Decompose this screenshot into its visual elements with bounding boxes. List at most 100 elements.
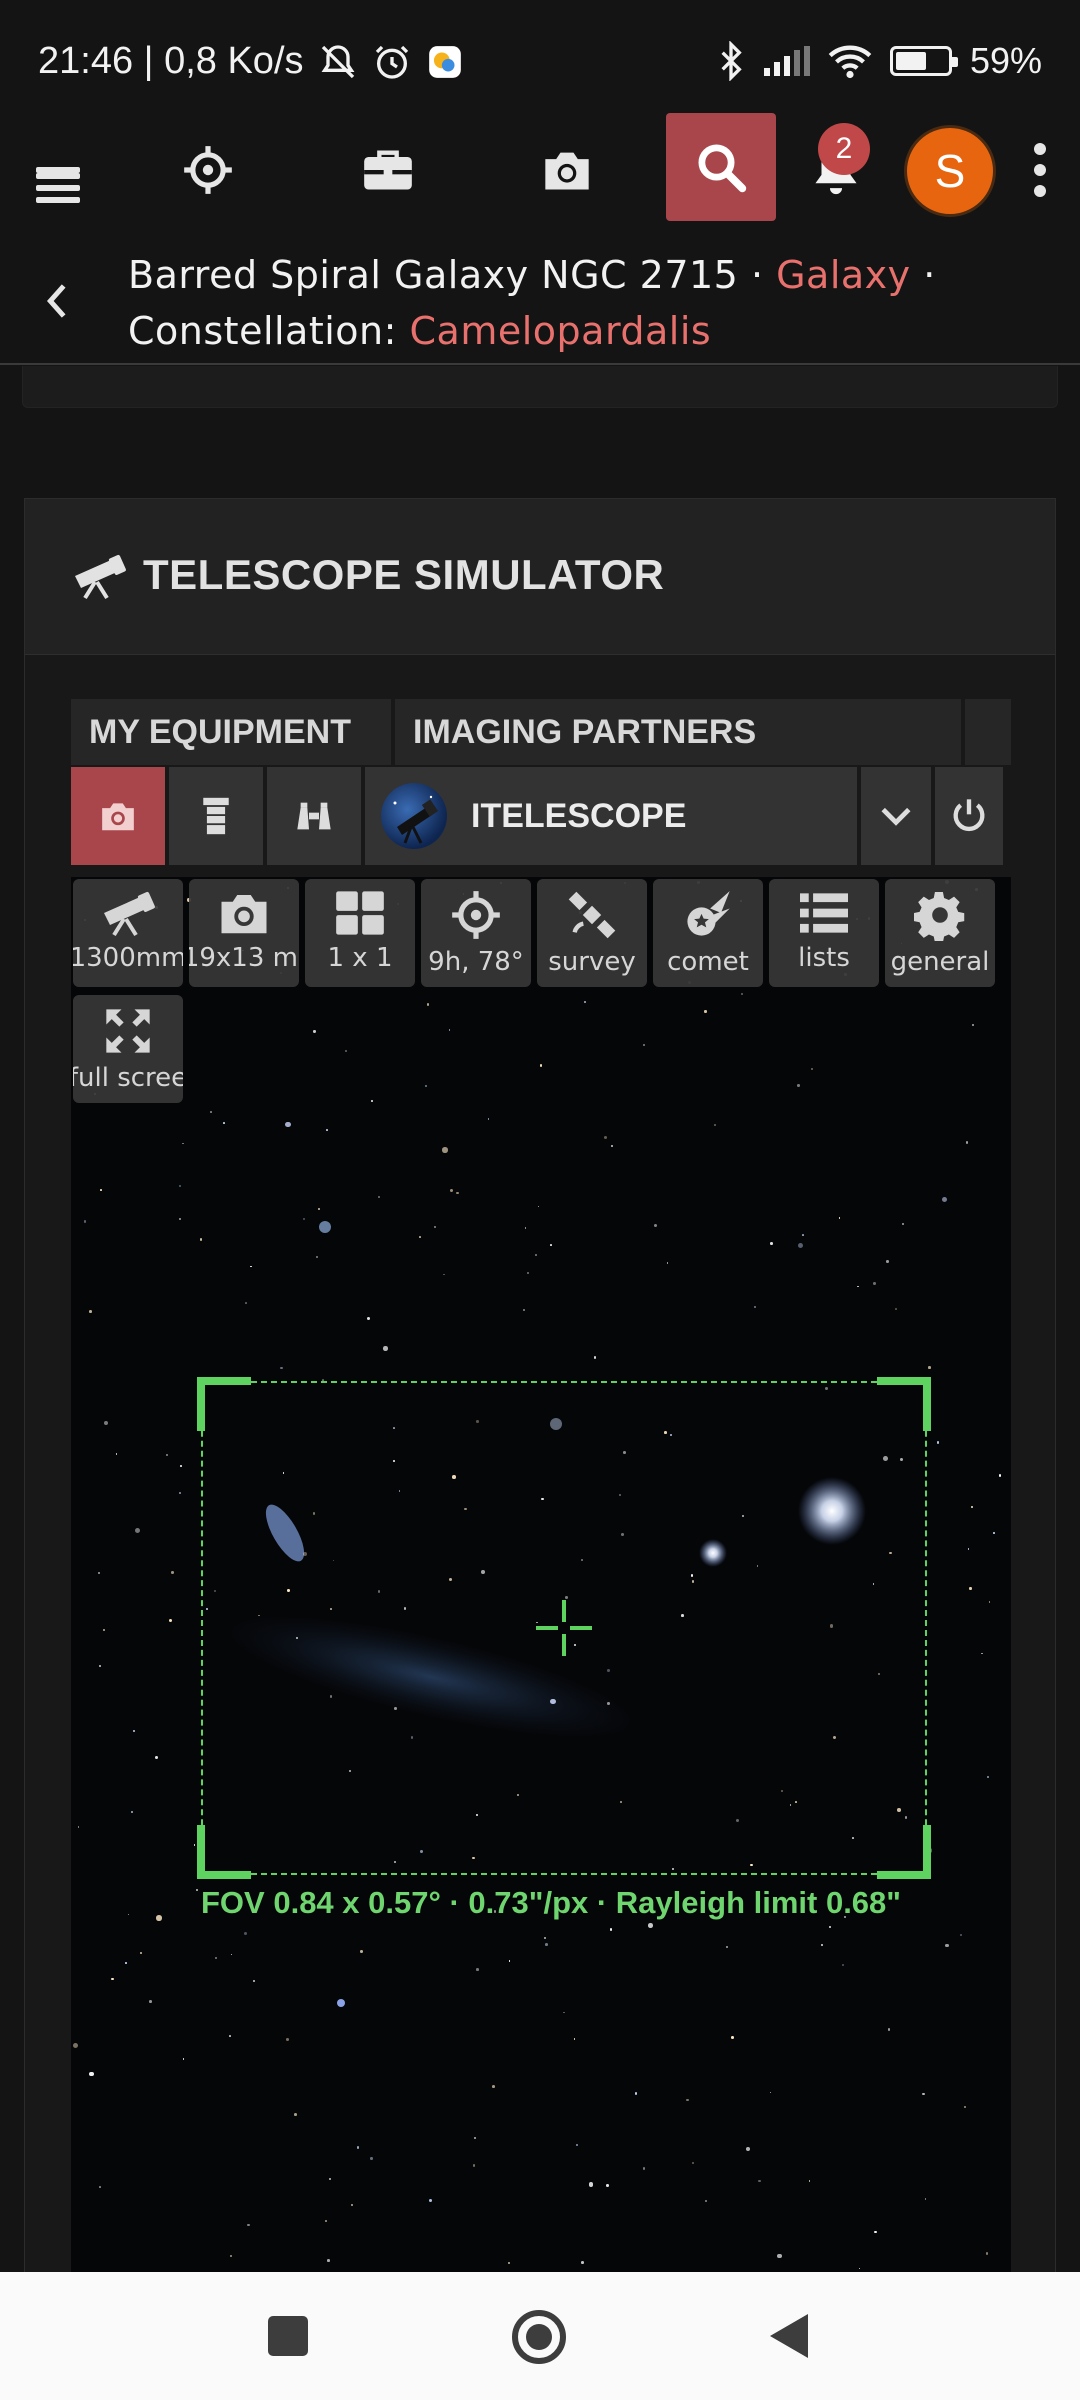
star — [456, 1191, 459, 1195]
star — [326, 1129, 328, 1131]
more-options-icon[interactable] — [1030, 143, 1050, 206]
camera-icon — [545, 152, 589, 190]
star — [886, 1260, 889, 1263]
star — [838, 1217, 841, 1219]
tab-spacer — [965, 699, 1011, 765]
star — [634, 2092, 637, 2095]
wifi-icon — [828, 45, 872, 79]
star — [179, 1465, 182, 1467]
binoculars-icon — [297, 802, 331, 830]
star — [992, 1531, 995, 1534]
tool-label: general — [890, 947, 990, 977]
target-button[interactable] — [178, 105, 238, 235]
telescope-icon — [75, 554, 126, 600]
eyepiece-icon — [203, 797, 229, 835]
tool-coordinates[interactable]: 9h, 78° — [421, 879, 531, 987]
recent-apps-button[interactable] — [268, 2316, 308, 2356]
alarm-icon — [375, 45, 408, 79]
back-button[interactable] — [770, 2314, 808, 2358]
star — [350, 2203, 353, 2206]
small-star-3 — [337, 1999, 345, 2007]
star — [229, 2035, 231, 2037]
star — [156, 1915, 162, 1921]
search-icon — [698, 144, 747, 193]
star — [969, 1587, 972, 1590]
telescope-icon — [104, 891, 155, 937]
star — [83, 1219, 87, 1223]
star — [928, 1366, 931, 1369]
star — [492, 2084, 495, 2088]
tool-label: 9h, 78° — [428, 947, 524, 977]
small-star-1 — [319, 1221, 331, 1233]
star — [522, 1308, 525, 1311]
star — [223, 1122, 225, 1124]
star — [714, 1124, 716, 1126]
tool-general[interactable]: general — [885, 879, 995, 987]
itelescope-logo-icon — [381, 783, 447, 849]
eyepiece-mode-button[interactable] — [169, 767, 263, 865]
star — [746, 2146, 751, 2151]
tool-label: full scree — [73, 1063, 183, 1093]
search-button[interactable] — [666, 113, 776, 221]
object-type-link[interactable]: Galaxy — [776, 253, 911, 297]
constellation-link[interactable]: Camelopardalis — [410, 309, 712, 353]
object-title: Barred Spiral Galaxy NGC 2715 · Galaxy ·… — [128, 247, 1058, 359]
signal-icon — [763, 46, 810, 76]
equipment-tabs: MY EQUIPMENT IMAGING PARTNERS — [71, 699, 1011, 765]
star — [476, 1968, 479, 1971]
star — [965, 1141, 968, 1144]
binoculars-mode-button[interactable] — [267, 767, 361, 865]
star — [72, 2043, 78, 2049]
star — [985, 2252, 988, 2255]
star — [243, 1931, 247, 1935]
tool-comet[interactable]: comet — [653, 879, 763, 987]
camera-mode-button[interactable] — [71, 767, 165, 865]
user-avatar[interactable]: S — [904, 125, 996, 217]
tool-fullscreen[interactable]: full scree — [73, 995, 183, 1103]
tool-label: 19x13 mi — [189, 943, 299, 973]
star — [653, 1223, 657, 1227]
camera-button[interactable] — [540, 105, 594, 235]
star — [286, 2038, 289, 2041]
tab-my-equipment[interactable]: MY EQUIPMENT — [71, 699, 391, 765]
star — [100, 1188, 102, 1191]
menu-button[interactable] — [30, 105, 86, 235]
object-name: Barred Spiral Galaxy NGC 2715 — [128, 253, 739, 297]
tool-label: 1 x 1 — [327, 943, 393, 973]
star — [581, 2260, 585, 2264]
partner-select[interactable]: ITELESCOPE — [365, 767, 857, 865]
star — [796, 1083, 800, 1087]
sky-view[interactable]: 1300mm 19x13 mi 1 x 1 9h, 78° survey com… — [71, 877, 1011, 2279]
star — [99, 2186, 101, 2188]
previous-card-bottom — [22, 366, 1058, 408]
star — [199, 1238, 203, 1241]
star — [370, 2157, 373, 2160]
tab-imaging-partners[interactable]: IMAGING PARTNERS — [395, 699, 961, 765]
tool-focal-length[interactable]: 1300mm — [73, 879, 183, 987]
tool-mosaic[interactable]: 1 x 1 — [305, 879, 415, 987]
power-button[interactable] — [935, 767, 1003, 865]
weather-app-icon — [428, 45, 461, 78]
frame-corner — [877, 1825, 931, 1879]
star — [133, 1729, 135, 1732]
star — [873, 1281, 876, 1285]
partner-name: ITELESCOPE — [471, 796, 687, 835]
back-chevron-icon[interactable] — [44, 281, 70, 321]
star — [731, 2036, 734, 2039]
tool-label: lists — [798, 943, 850, 973]
star — [209, 1111, 212, 1113]
partner-dropdown-button[interactable] — [861, 767, 931, 865]
tool-sensor[interactable]: 19x13 mi — [189, 879, 299, 987]
star — [313, 1030, 316, 1033]
home-button[interactable] — [512, 2310, 566, 2364]
star — [941, 1196, 947, 1202]
equipment-button[interactable] — [360, 105, 416, 235]
gear-icon — [914, 891, 965, 941]
tool-survey[interactable]: survey — [537, 879, 647, 987]
star — [125, 1962, 128, 1964]
fov-frame[interactable] — [197, 1377, 931, 1879]
tool-lists[interactable]: lists — [769, 879, 879, 987]
crosshair-icon — [452, 891, 500, 939]
star — [810, 1068, 813, 1070]
camera-icon — [102, 803, 134, 831]
